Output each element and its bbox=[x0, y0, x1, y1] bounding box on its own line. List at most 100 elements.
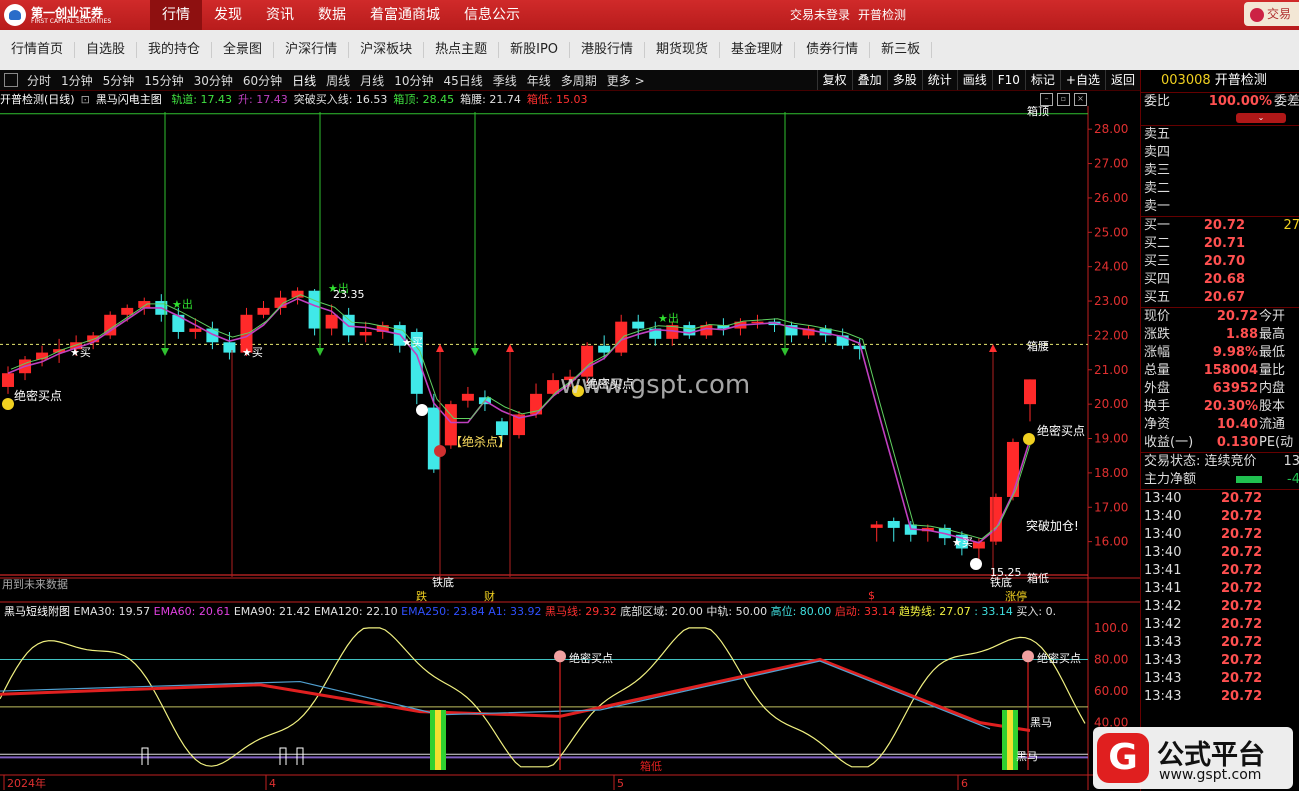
out-signal-label: ★出 bbox=[658, 311, 679, 325]
sub-nav-item[interactable]: 热点主题 bbox=[424, 42, 500, 58]
brand-logo-icon bbox=[4, 4, 26, 26]
period-tab[interactable]: 分时 bbox=[22, 72, 56, 89]
sub-nav-item[interactable]: 沪深行情 bbox=[274, 42, 350, 58]
main-net-label: 主力净额 bbox=[1144, 472, 1197, 487]
period-tab[interactable]: 10分钟 bbox=[389, 72, 438, 89]
period-tab[interactable]: 30分钟 bbox=[189, 72, 238, 89]
chart-tool-button[interactable]: 复权 bbox=[816, 70, 852, 90]
buy-volume: 27 bbox=[1283, 218, 1299, 233]
period-tab[interactable]: 多周期 bbox=[556, 72, 602, 89]
sub-nav-item[interactable]: 基金理财 bbox=[720, 42, 796, 58]
tick-price: 20.72 bbox=[1221, 491, 1263, 506]
box-low-sub-label: 箱低 bbox=[640, 759, 662, 773]
quote-stats: 现价 20.72 今开 涨跌 1.88 最高 涨幅 9.98% 最低 总量 158004 量比 外盘 63… bbox=[1141, 307, 1299, 452]
trade-tab[interactable]: 交易 bbox=[1244, 2, 1299, 26]
tick-price: 20.72 bbox=[1221, 599, 1263, 614]
date-axis-label: 6 bbox=[961, 777, 968, 790]
stat-row: 净资 10.40 流通 bbox=[1141, 416, 1299, 434]
sub-nav-item[interactable]: 自选股 bbox=[75, 42, 138, 58]
sub-nav-item[interactable]: 新股IPO bbox=[499, 42, 571, 58]
period-tab[interactable]: 年线 bbox=[522, 72, 556, 89]
period-tab[interactable]: 60分钟 bbox=[238, 72, 287, 89]
sub-nav-item[interactable]: 我的持仓 bbox=[137, 42, 213, 58]
chart-tool-button[interactable]: 画线 bbox=[956, 70, 992, 90]
sub-nav-item[interactable]: 新三板 bbox=[870, 42, 933, 58]
sub-nav-item[interactable]: 债券行情 bbox=[795, 42, 871, 58]
buy-signal-label: ★买 bbox=[952, 536, 973, 549]
tick-price: 20.72 bbox=[1221, 581, 1263, 596]
buy-row: 买二 20.71 bbox=[1141, 235, 1299, 253]
minimize-icon[interactable]: – bbox=[1040, 93, 1053, 106]
period-tab[interactable]: 45日线 bbox=[438, 72, 487, 89]
price-axis-label: 23.00 bbox=[1094, 294, 1128, 308]
indicator-values: 轨道: 17.43 升: 17.43 突破买入线: 16.53 箱顶: 28.45 箱腰… bbox=[171, 93, 593, 106]
top-nav-item[interactable]: 发现 bbox=[202, 0, 254, 30]
buy-price: 20.67 bbox=[1203, 290, 1245, 305]
buy-row: 买三 20.70 bbox=[1141, 253, 1299, 271]
indicator-name[interactable]: 黑马闪电主图 bbox=[96, 93, 162, 106]
brand-logo[interactable]: 第一创业证券 FIRST CAPITAL SECURITIES bbox=[4, 3, 124, 27]
top-nav-item[interactable]: 数据 bbox=[306, 0, 358, 30]
sub-nav: 行情首页 自选股 我的持仓 全景图 沪深行情 沪深板块 热点主题 新股IPO 港股行情 期货现货基… bbox=[0, 30, 1299, 71]
chart-tool-button[interactable]: 统计 bbox=[921, 70, 957, 90]
period-tab[interactable]: 周线 bbox=[321, 72, 355, 89]
sub-nav-item[interactable]: 全景图 bbox=[212, 42, 275, 58]
avatar-icon bbox=[1250, 7, 1264, 22]
down-arrow-icon bbox=[316, 348, 324, 356]
price-axis-label: 19.00 bbox=[1094, 432, 1128, 446]
buy-label: 买四 bbox=[1144, 272, 1171, 287]
top-nav-item[interactable]: 信息公示 bbox=[452, 0, 532, 30]
sub-nav-item[interactable]: 行情首页 bbox=[0, 42, 76, 58]
buy-price: 20.70 bbox=[1203, 254, 1245, 269]
trade-stock-link[interactable]: 开普检测 bbox=[858, 0, 906, 30]
tick-row: 13:40 20.72 bbox=[1141, 508, 1299, 526]
period-tab[interactable]: 15分钟 bbox=[139, 72, 188, 89]
chart-tool-button[interactable]: +自选 bbox=[1059, 70, 1105, 90]
chart-tool-button[interactable]: 叠加 bbox=[851, 70, 887, 90]
sub-indicator-value: EMA120: 22.10 bbox=[314, 605, 401, 618]
stat-row: 换手 20.30% 股本 bbox=[1141, 398, 1299, 416]
stat-value: 63952 bbox=[1212, 381, 1258, 396]
chevron-down-icon[interactable]: ⌄ bbox=[1236, 113, 1286, 123]
weibi-label: 委比 bbox=[1144, 94, 1171, 109]
close-icon[interactable]: × bbox=[1074, 93, 1087, 106]
chart-tool-button[interactable]: 标记 bbox=[1024, 70, 1060, 90]
period-tab[interactable]: 日线 bbox=[287, 72, 321, 89]
period-tab[interactable]: 月线 bbox=[355, 72, 389, 89]
period-tab[interactable]: 更多 > bbox=[602, 72, 650, 89]
panel-toggle-icon[interactable] bbox=[4, 73, 18, 87]
weibi-value: 100.00% bbox=[1208, 94, 1272, 109]
trend-line bbox=[0, 627, 1086, 768]
tick-row: 13:40 20.72 bbox=[1141, 490, 1299, 508]
top-nav-item[interactable]: 着富通商城 bbox=[358, 0, 452, 30]
restore-icon[interactable]: ▫ bbox=[1057, 93, 1070, 106]
sub-nav-item[interactable]: 沪深板块 bbox=[349, 42, 425, 58]
tick-price: 20.72 bbox=[1221, 653, 1263, 668]
tick-time: 13:43 bbox=[1144, 635, 1182, 650]
period-tab[interactable]: 季线 bbox=[488, 72, 522, 89]
kline-chart[interactable]: 绝密买点绝密买点绝密买点【绝杀点】★买★买★买★买★出★出★出23.3515.2… bbox=[0, 106, 1140, 791]
window-controls: – ▫ × bbox=[1040, 93, 1087, 106]
stat-label: 涨跌 bbox=[1144, 327, 1171, 342]
order-book-toggle[interactable]: ⌄ bbox=[1141, 111, 1299, 125]
tick-row: 13:41 20.72 bbox=[1141, 562, 1299, 580]
heima-label: 黑马 bbox=[1030, 716, 1052, 729]
sub-indicator-value: EMA90: 21.42 bbox=[234, 605, 314, 618]
main-indicator-line: 开普检测(日线) ⊡ 黑马闪电主图 轨道: 17.43 升: 17.43 突破买入线: … bbox=[0, 91, 1090, 107]
chart-tool-button[interactable]: 多股 bbox=[886, 70, 922, 90]
chart-tool-button[interactable]: F10 bbox=[991, 70, 1025, 90]
indicator-toggle-icon[interactable]: ⊡ bbox=[81, 93, 90, 106]
sub-nav-item[interactable]: 港股行情 bbox=[570, 42, 646, 58]
top-nav-item[interactable]: 资讯 bbox=[254, 0, 306, 30]
sub-nav-item[interactable]: 期货现货 bbox=[645, 42, 721, 58]
stat-label-right: 最低 bbox=[1259, 345, 1286, 360]
signal-dot-icon bbox=[554, 650, 566, 663]
chart-tool-button[interactable]: 返回 bbox=[1104, 70, 1140, 90]
top-nav-item[interactable]: 行情 bbox=[150, 0, 202, 30]
secret-buy-label: 绝密买点 bbox=[14, 388, 62, 403]
period-tab[interactable]: 5分钟 bbox=[98, 72, 140, 89]
candle-body bbox=[615, 321, 628, 353]
period-tab[interactable]: 1分钟 bbox=[56, 72, 98, 89]
trade-login-link[interactable]: 交易未登录 bbox=[790, 0, 850, 30]
box-waist-label: 箱腰 bbox=[1027, 339, 1049, 353]
